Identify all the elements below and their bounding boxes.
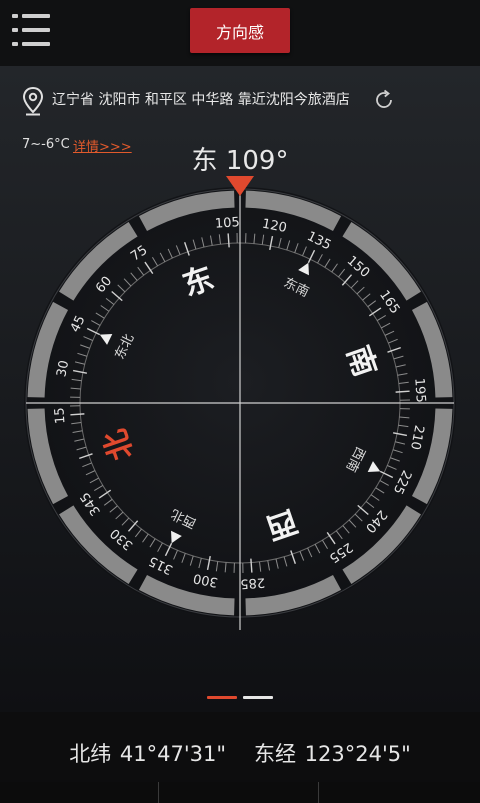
compass-dial[interactable]: 1530456075105 120135150165195210225240255… [0,0,480,712]
tab-1[interactable] [0,782,159,803]
longitude-text: 东经 123°24'5" [254,742,411,766]
degree-tick [250,558,253,573]
bottom-tab-bar [0,782,480,803]
tab-3[interactable] [320,782,478,803]
page-dot [243,696,273,699]
latitude-text: 北纬 41°47'31" [69,742,226,766]
degree-label: 30 [54,359,72,378]
degree-tick [70,413,85,416]
tab-2[interactable] [160,782,319,803]
degree-tick [395,390,410,393]
coordinates-readout: 北纬 41°47'31" 东经 123°24'5" [0,738,480,768]
degree-label: 195 [411,378,428,404]
page-indicator [207,696,273,700]
degree-label: 105 [215,215,241,232]
degree-label: 15 [52,407,68,425]
page-dot-active [207,696,237,699]
degree-label: 285 [240,574,266,591]
degree-tick [227,233,230,248]
